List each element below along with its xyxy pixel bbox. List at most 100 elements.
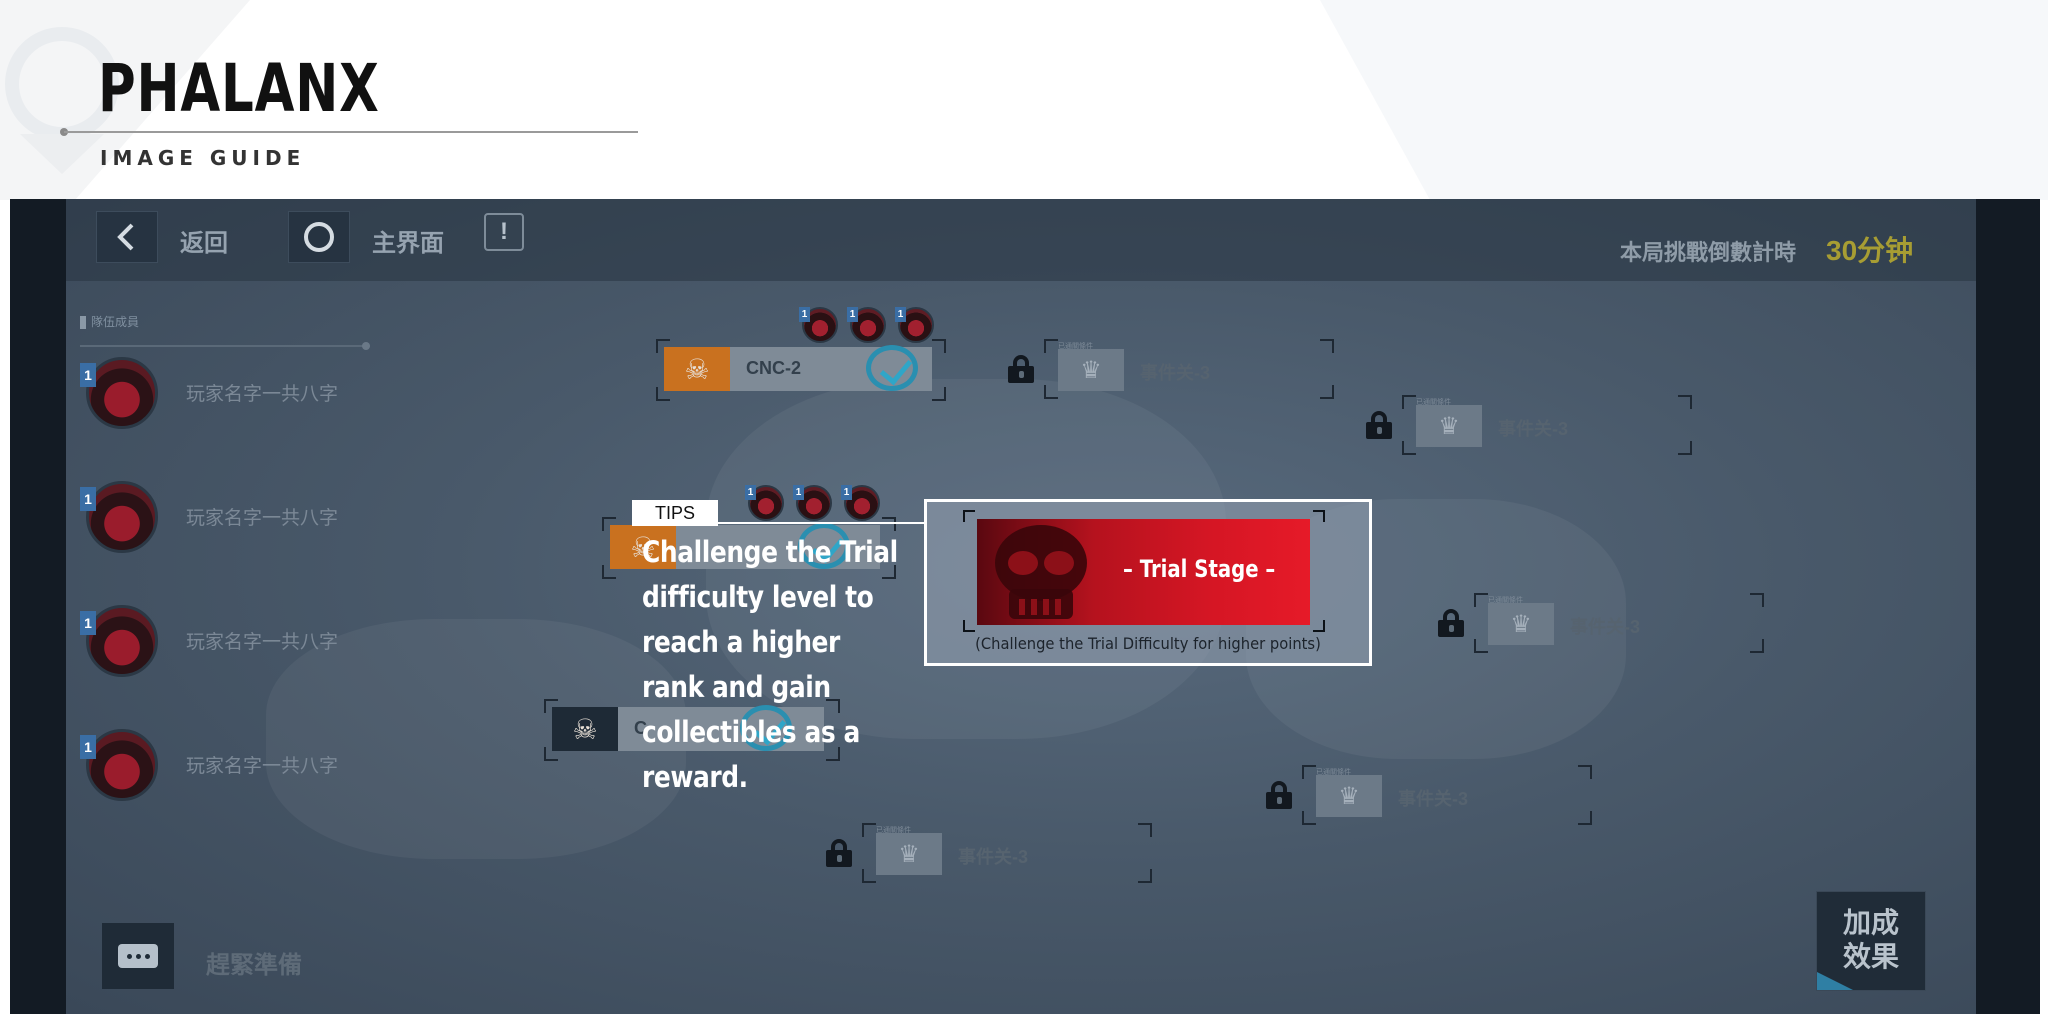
- tips-tag: TIPS: [632, 500, 718, 526]
- stage-player-avatar: 1: [895, 307, 934, 343]
- right-letterbox: [1976, 199, 2040, 1014]
- stage-player-avatar: 1: [841, 485, 880, 521]
- event-node[interactable]: 已通關條件 ♛ 事件关-3: [1044, 339, 1334, 399]
- frame-corner: [1402, 441, 1416, 455]
- left-letterbox: [10, 199, 66, 1014]
- mini-rank-badge: 1: [847, 307, 858, 322]
- guide-page: PHALANX IMAGE GUIDE 返回 主界面 ! 本局挑戰倒數計時 30…: [0, 0, 2048, 1024]
- frame-corner: [932, 387, 946, 401]
- player-avatar: [86, 357, 158, 429]
- frame-corner: [1750, 639, 1764, 653]
- lock-icon: [1008, 355, 1034, 383]
- brand-title: PHALANX: [98, 50, 380, 127]
- event-name: 事件关-3: [1398, 789, 1469, 809]
- frame-corner: [862, 823, 876, 837]
- stage-player-avatar: 1: [793, 485, 832, 521]
- timer-value: 30分钟: [1826, 235, 1914, 266]
- frame-corner: [1578, 765, 1592, 779]
- tips-connector-line: [718, 522, 926, 524]
- player-rank-badge: 1: [80, 363, 96, 387]
- frame-corner: [932, 339, 946, 353]
- player-name: 玩家名字一共八字: [186, 632, 339, 653]
- frame-corner: [1320, 385, 1334, 399]
- frame-corner: [1474, 639, 1488, 653]
- player-row[interactable]: 1 玩家名字一共八字: [80, 481, 430, 561]
- lock-icon: [1366, 411, 1392, 439]
- skull-icon: ☠: [664, 347, 730, 391]
- player-avatar: [86, 729, 158, 801]
- frame-corner: [1302, 765, 1316, 779]
- lock-icon: [826, 839, 852, 867]
- mini-rank-badge: 1: [895, 307, 906, 322]
- player-row[interactable]: 1 玩家名字一共八字: [80, 729, 430, 809]
- frame-corner: [1474, 593, 1488, 607]
- bonus-label-line-1: 加成: [1842, 907, 1899, 938]
- event-name: 事件关-3: [958, 847, 1029, 867]
- check-icon: [866, 345, 918, 391]
- player-rank-badge: 1: [80, 735, 96, 759]
- player-name: 玩家名字一共八字: [186, 756, 339, 777]
- bonus-label-line-2: 效果: [1842, 941, 1899, 972]
- stage-label: CNC-2: [746, 358, 802, 378]
- stage-player-avatar: 1: [847, 307, 886, 343]
- trial-stage-banner[interactable]: – Trial Stage –: [977, 519, 1310, 625]
- frame-corner: [1302, 811, 1316, 825]
- chat-button[interactable]: [102, 923, 174, 989]
- stage-player-avatar: 1: [745, 485, 784, 521]
- frame-corner: [1313, 620, 1325, 632]
- player-name: 玩家名字一共八字: [186, 384, 339, 405]
- frame-corner: [1138, 869, 1152, 883]
- tips-text: Challenge the Trial difficulty level to …: [642, 535, 898, 794]
- frame-corner: [1678, 441, 1692, 455]
- lock-icon: [1438, 609, 1464, 637]
- event-name: 事件关-3: [1498, 419, 1569, 439]
- event-name: 事件关-3: [1140, 363, 1211, 383]
- event-node[interactable]: 已通關條件 ♛ 事件关-3: [1402, 395, 1692, 455]
- player-rank-badge: 1: [80, 487, 96, 511]
- home-button[interactable]: [288, 211, 350, 263]
- player-row[interactable]: 1 玩家名字一共八字: [80, 605, 430, 685]
- skull-icon: ☠: [552, 707, 618, 751]
- bonus-effect-button[interactable]: 加成 效果: [1816, 891, 1926, 991]
- frame-corner: [1750, 593, 1764, 607]
- timer-label: 本局挑戰倒數計時: [1620, 240, 1797, 265]
- frame-corner: [1678, 395, 1692, 409]
- chat-status-text: 趕緊準備: [206, 952, 302, 979]
- stage-node-cnc-2[interactable]: ☠ CNC-2: [656, 339, 946, 401]
- trial-stage-caption: (Challenge the Trial Difficulty for high…: [975, 634, 1321, 653]
- crown-icon: ♛: [1316, 775, 1382, 817]
- player-row[interactable]: 1 玩家名字一共八字: [80, 357, 430, 437]
- crown-icon: ♛: [1488, 603, 1554, 645]
- event-node[interactable]: 已通關條件 ♛ 事件关-3: [862, 823, 1152, 883]
- trial-stage-title: – Trial Stage –: [1123, 555, 1276, 583]
- header-right-shape: [1320, 0, 2048, 200]
- back-label: 返回: [180, 230, 228, 257]
- back-arrow-icon: [117, 223, 134, 251]
- event-name: 事件关-3: [1570, 617, 1641, 637]
- frame-corner: [882, 517, 896, 531]
- player-avatar: [86, 605, 158, 677]
- event-node[interactable]: 已通關條件 ♛ 事件关-3: [1474, 593, 1764, 653]
- lock-icon: [1266, 781, 1292, 809]
- player-avatar: [86, 481, 158, 553]
- team-list-title: 隊伍成員: [80, 313, 139, 330]
- player-rank-badge: 1: [80, 611, 96, 635]
- crown-icon: ♛: [1058, 349, 1124, 391]
- frame-corner: [1044, 339, 1058, 353]
- frame-corner: [1313, 510, 1325, 522]
- team-list-divider-dot: [362, 342, 370, 350]
- home-label: 主界面: [372, 230, 444, 257]
- crown-icon: ♛: [876, 833, 942, 875]
- info-icon[interactable]: !: [484, 213, 524, 251]
- player-name: 玩家名字一共八字: [186, 508, 339, 529]
- trial-stage-callout: – Trial Stage – (Challenge the Trial Dif…: [924, 499, 1372, 666]
- brand-divider: [64, 131, 638, 133]
- frame-corner: [963, 620, 975, 632]
- event-node[interactable]: 已通關條件 ♛ 事件关-3: [1302, 765, 1592, 825]
- back-button[interactable]: [96, 211, 158, 263]
- frame-corner: [1320, 339, 1334, 353]
- home-circle-icon: [304, 222, 334, 252]
- frame-corner: [1578, 811, 1592, 825]
- mini-rank-badge: 1: [799, 307, 810, 322]
- mini-rank-badge: 1: [745, 485, 756, 500]
